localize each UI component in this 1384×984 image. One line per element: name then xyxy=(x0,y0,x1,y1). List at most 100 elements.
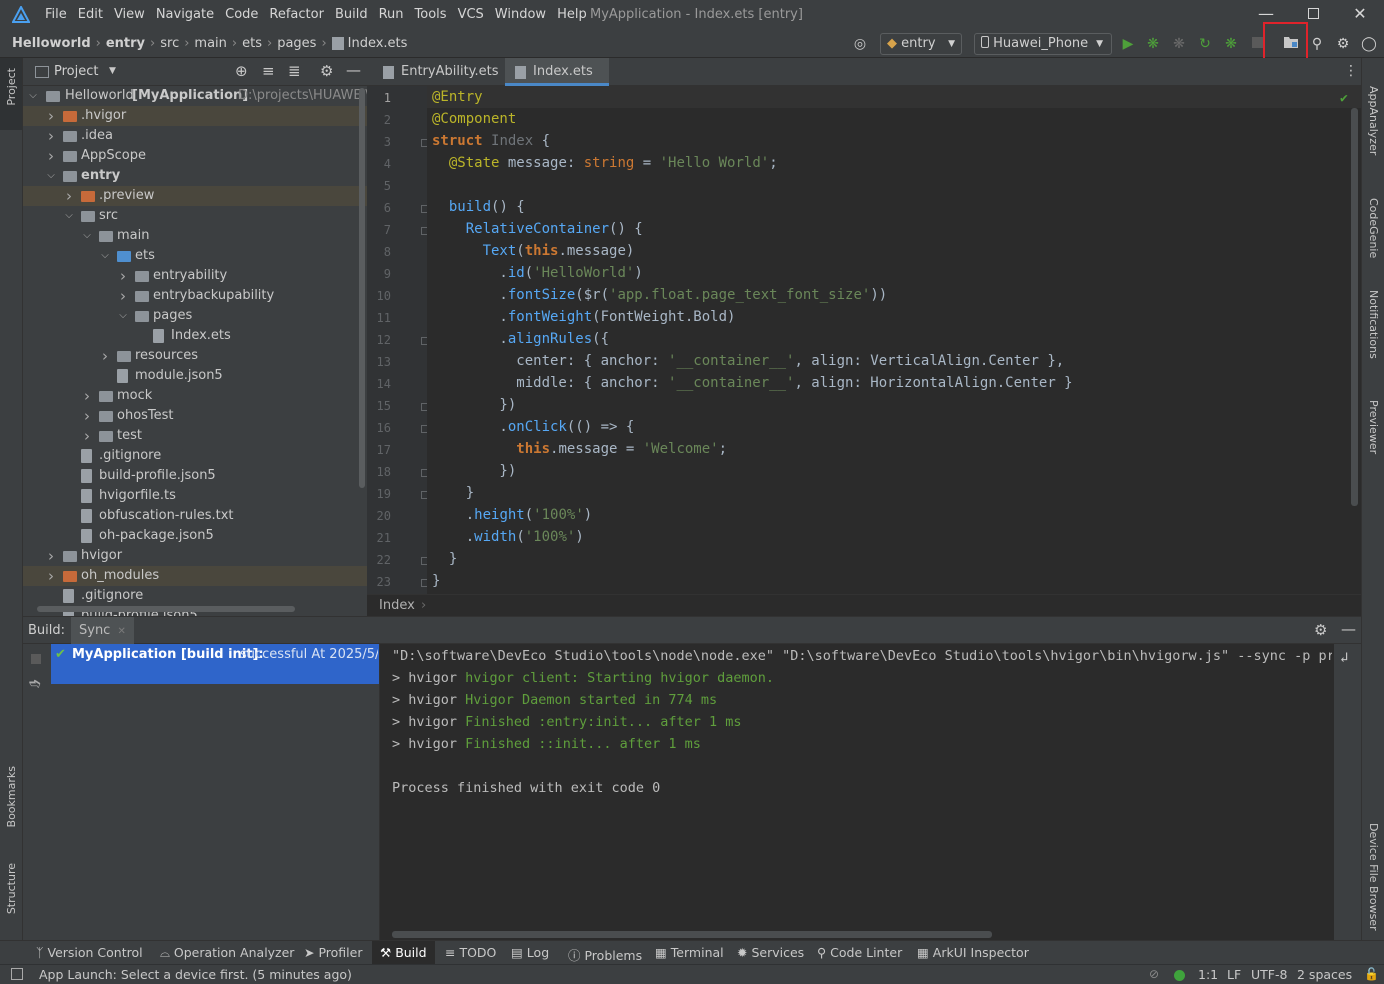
tree-item[interactable]: oh-package.json5 xyxy=(23,526,367,546)
tab-entryability[interactable]: EntryAbility.ets ✕ xyxy=(373,58,501,106)
hide-panel-icon[interactable]: — xyxy=(1341,620,1356,638)
breadcrumb-file[interactable]: Index.ets xyxy=(348,36,408,51)
chevron-right-icon[interactable]: › xyxy=(117,286,129,306)
menu-window[interactable]: Window xyxy=(495,7,546,22)
chevron-down-icon[interactable]: ⌵ xyxy=(117,306,129,326)
tree-item[interactable]: hvigorfile.ts xyxy=(23,486,367,506)
tree-item[interactable]: › entrybackupability xyxy=(23,286,367,306)
device-file-browser-tool-label[interactable]: Device File Browser xyxy=(1367,823,1380,931)
breadcrumb-ets[interactable]: ets xyxy=(242,36,262,51)
tree-root[interactable]: ⌵ Helloworld [MyApplication] D:\projects… xyxy=(23,86,370,106)
tree-item[interactable]: Index.ets xyxy=(23,326,367,346)
profile-icon[interactable]: ❋ xyxy=(1222,35,1240,53)
tree-item[interactable]: › oh_modules xyxy=(23,566,367,586)
close-window-icon[interactable]: ✕ xyxy=(1350,4,1370,24)
tree-item[interactable]: ⌵ pages xyxy=(23,306,367,326)
hide-panel-icon[interactable]: — xyxy=(346,61,361,79)
chevron-down-icon[interactable]: ▼ xyxy=(109,66,116,76)
tree-item[interactable]: › test xyxy=(23,426,367,446)
device-dropdown[interactable]: Huawei_Phone ▼ xyxy=(974,33,1112,55)
chevron-down-icon[interactable]: ⌵ xyxy=(81,226,93,246)
account-icon[interactable]: ◯ xyxy=(1360,35,1378,53)
version-control-tool[interactable]: ᛉ Version Control xyxy=(36,945,143,960)
chevron-right-icon[interactable]: › xyxy=(99,346,111,366)
chevron-right-icon[interactable]: › xyxy=(81,426,93,446)
tree-item[interactable]: › .idea xyxy=(23,126,367,146)
project-view-selector[interactable]: Project xyxy=(54,64,98,79)
gear-icon[interactable]: ⚙ xyxy=(320,62,333,80)
chevron-right-icon[interactable]: › xyxy=(45,546,57,566)
tab-menu-icon[interactable]: ⋮ xyxy=(1344,63,1358,79)
chevron-down-icon[interactable]: ⌵ xyxy=(63,206,75,226)
profiler-tool[interactable]: ➤ Profiler xyxy=(304,945,362,960)
chevron-down-icon[interactable]: ⌵ xyxy=(45,166,57,186)
run-icon[interactable]: ▶ xyxy=(1119,35,1137,53)
tree-item[interactable]: › .preview xyxy=(23,186,367,206)
soft-wrap-icon[interactable]: ↲ xyxy=(1340,650,1348,666)
menu-navigate[interactable]: Navigate xyxy=(156,7,214,22)
tree-hscrollbar[interactable] xyxy=(37,606,295,612)
menu-code[interactable]: Code xyxy=(225,7,258,22)
target-icon[interactable]: ◎ xyxy=(851,35,869,53)
menu-view[interactable]: View xyxy=(114,7,145,22)
operation-analyzer-tool[interactable]: ⌓ Operation Analyzer xyxy=(160,945,294,961)
breadcrumb-pages[interactable]: pages xyxy=(277,36,316,51)
lock-icon[interactable]: 🔓 xyxy=(1364,967,1379,981)
close-tab-icon[interactable]: ✕ xyxy=(117,626,125,637)
tree-item[interactable]: ⌵ entry xyxy=(23,166,367,186)
menu-refactor[interactable]: Refactor xyxy=(269,7,324,22)
tree-item[interactable]: build-profile.json5 xyxy=(23,466,367,486)
breadcrumb-src[interactable]: src xyxy=(160,36,179,51)
debug-icon[interactable]: ❋ xyxy=(1144,35,1162,53)
chevron-right-icon[interactable]: › xyxy=(117,266,129,286)
tree-item[interactable]: › AppScope xyxy=(23,146,367,166)
apply-changes-icon[interactable]: ↻ xyxy=(1196,35,1214,53)
pin-icon[interactable]: ➬ xyxy=(29,676,41,692)
maximize-icon[interactable] xyxy=(1303,4,1323,24)
project-tool-label[interactable]: Project xyxy=(5,68,18,106)
run-config-dropdown[interactable]: ◆ entry ▼ xyxy=(880,33,962,55)
log-tool[interactable]: ▤ Log xyxy=(511,945,549,960)
tree-item[interactable]: › mock xyxy=(23,386,367,406)
line-separator[interactable]: LF xyxy=(1227,967,1241,982)
expand-all-icon[interactable]: ≡ xyxy=(262,62,275,80)
inspector-off-icon[interactable]: ⊘ xyxy=(1149,967,1159,981)
stop-build-icon[interactable] xyxy=(31,654,41,664)
search-icon[interactable]: ⚲ xyxy=(1308,35,1326,53)
breadcrumb-project[interactable]: Helloworld xyxy=(12,36,91,51)
code-linter-tool[interactable]: ⚲ Code Linter xyxy=(817,945,902,960)
services-tool[interactable]: ✹ Services xyxy=(737,945,804,960)
chevron-right-icon[interactable]: › xyxy=(63,186,75,206)
attach-debugger-icon[interactable]: ❋ xyxy=(1170,35,1188,53)
chevron-right-icon[interactable]: › xyxy=(45,146,57,166)
device-manager-icon[interactable] xyxy=(1282,35,1300,53)
breadcrumb-entry[interactable]: entry xyxy=(106,36,145,51)
chevron-right-icon[interactable]: › xyxy=(81,386,93,406)
menu-build[interactable]: Build xyxy=(335,7,368,22)
structure-tool-label[interactable]: Structure xyxy=(5,863,18,914)
code-editor[interactable]: @Entry @Component struct Index { @State … xyxy=(427,86,1361,594)
menu-run[interactable]: Run xyxy=(379,7,404,22)
menu-help[interactable]: Help xyxy=(557,7,587,22)
chevron-right-icon[interactable]: › xyxy=(45,126,57,146)
build-output-console[interactable]: "D:\software\DevEco Studio\tools\node\no… xyxy=(379,644,1361,940)
problems-tool[interactable]: ⓘ Problems xyxy=(568,945,642,964)
previewer-tool-label[interactable]: Previewer xyxy=(1367,400,1380,454)
gear-icon[interactable]: ⚙ xyxy=(1314,621,1327,639)
tree-item[interactable]: › ohosTest xyxy=(23,406,367,426)
tree-item[interactable]: ⌵ src xyxy=(23,206,367,226)
notifications-tool-label[interactable]: Notifications xyxy=(1367,290,1380,359)
chevron-right-icon[interactable]: › xyxy=(45,106,57,126)
inspection-ok-icon[interactable]: ✔ xyxy=(1340,91,1348,106)
indent-setting[interactable]: 2 spaces xyxy=(1297,967,1352,982)
editor-breadcrumb-item[interactable]: Index xyxy=(379,598,415,613)
bookmarks-tool-label[interactable]: Bookmarks xyxy=(5,766,18,827)
tree-item[interactable]: .gitignore xyxy=(23,446,367,466)
menu-edit[interactable]: Edit xyxy=(78,7,103,22)
gear-icon[interactable]: ⚙ xyxy=(1334,35,1352,53)
tab-index[interactable]: Index.ets ✕ xyxy=(505,58,609,106)
console-hscrollbar[interactable] xyxy=(392,931,992,938)
tree-item[interactable]: › resources xyxy=(23,346,367,366)
tree-item[interactable]: › entryability xyxy=(23,266,367,286)
tree-item[interactable]: › hvigor xyxy=(23,546,367,566)
